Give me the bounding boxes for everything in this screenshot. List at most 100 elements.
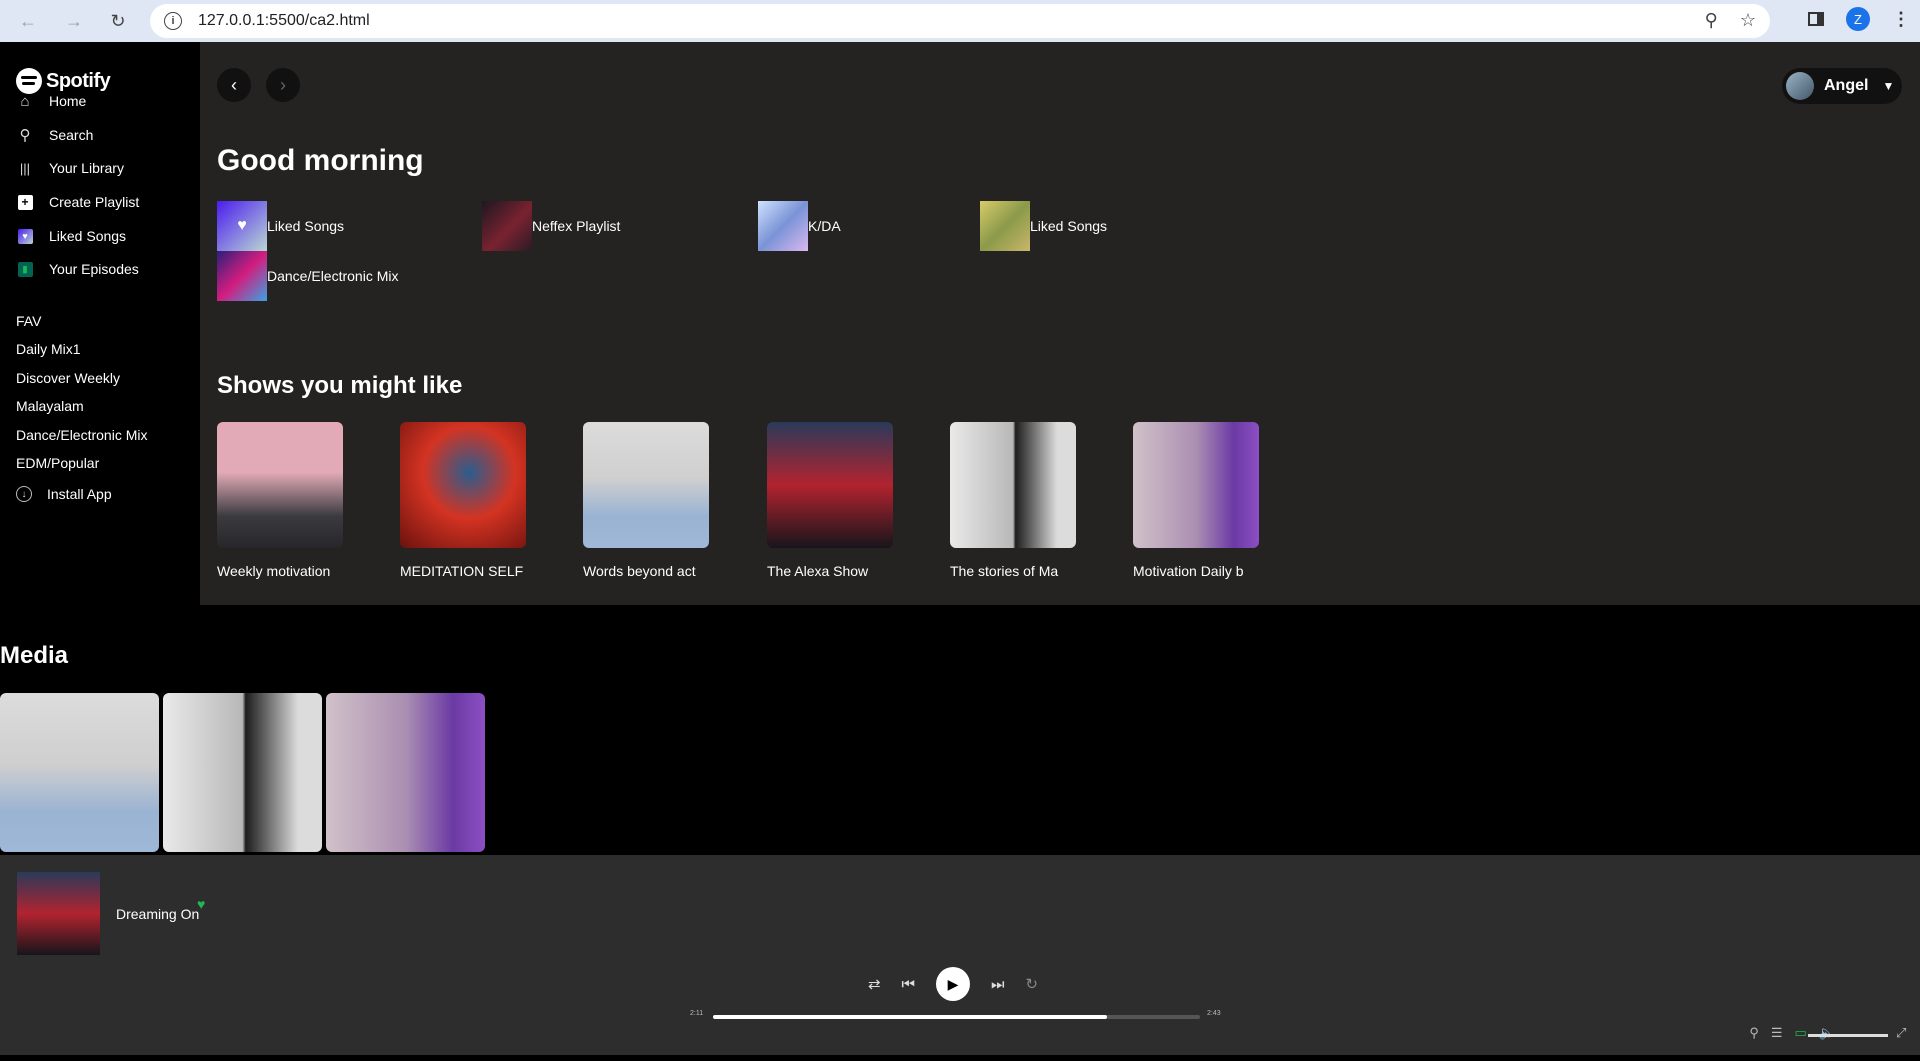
show-title: The stories of Ma [950,563,1059,579]
show-cover [1133,422,1259,548]
plus-icon: + [17,194,33,210]
browser-reload-icon[interactable]: ↻ [104,7,132,35]
playlist-cover [217,251,267,301]
show-title: Weekly motivation [217,563,331,579]
quick-pick-item[interactable]: Dance/Electronic Mix [217,251,399,301]
shuffle-icon[interactable]: ⇄ [868,975,881,993]
address-bar[interactable]: i 127.0.0.1:5500/ca2.html ⚲ ☆ [150,4,1770,38]
play-button[interactable]: ▶ [936,967,970,1001]
show-cover [583,422,709,548]
spotify-logo[interactable]: Spotify [16,68,111,94]
time-current: 2:11 [690,1010,704,1017]
quick-pick-label: K/DA [808,218,841,234]
volume-icon[interactable]: 🔈 [1819,1025,1835,1041]
media-image [163,693,322,852]
nav-forward-button[interactable]: › [266,68,300,102]
quick-pick-item[interactable]: K/DA [758,201,841,251]
show-card[interactable]: Words beyond act [583,422,709,579]
show-title: The Alexa Show [767,563,869,579]
quick-pick-label: Neffex Playlist [532,218,621,234]
playlist-cover [758,201,808,251]
show-cover [400,422,526,548]
heart-icon: ♥ [217,201,267,251]
browser-menu-icon[interactable]: ⋮ [1892,9,1910,30]
user-menu[interactable]: Angel ▼ [1782,68,1902,104]
playlist-item[interactable]: EDM/Popular [16,455,99,471]
browser-back-icon[interactable]: ← [14,7,42,35]
player-bar: Dreaming On ♥ ⇄ ⏮ ▶ ⏭ ↻ 2:11 2:43 ⚲ ☰ ▭ … [0,855,1920,1055]
side-panel-icon[interactable] [1808,12,1824,26]
now-playing-title: Dreaming On [116,906,200,922]
sidebar-item-label: Your Library [49,160,124,176]
bookmark-icon: ▮ [17,261,33,277]
user-name: Angel [1824,77,1869,94]
show-card[interactable]: MEDITATION SELF [400,422,526,579]
show-card[interactable]: The Alexa Show [767,422,893,579]
browser-forward-icon[interactable]: → [60,7,88,35]
play-icon: ▶ [947,975,959,992]
show-cover [767,422,893,548]
like-heart-icon[interactable]: ♥ [197,896,205,912]
quick-pick-label: Liked Songs [267,218,345,234]
playlist-item[interactable]: Malayalam [16,398,84,414]
quick-pick-item[interactable]: ♥ Liked Songs [217,201,344,251]
progress-fill [713,1015,1108,1019]
now-playing-cover [17,872,100,955]
media-section-title: Media [0,642,69,669]
playlist-item[interactable]: Daily Mix1 [16,341,81,357]
sidebar-item-library[interactable]: ||| Your Library [16,159,124,177]
chevron-left-icon: ‹ [231,74,237,95]
next-icon[interactable]: ⏭ [991,976,1005,993]
spotify-logo-icon [16,68,42,94]
time-total: 2:43 [1207,1010,1221,1017]
connect-device-icon[interactable]: ▭ [1795,1025,1807,1041]
quick-pick-label: Liked Songs [1030,218,1108,234]
sidebar-item-label: Liked Songs [49,228,127,244]
sidebar-item-create-playlist[interactable]: + Create Playlist [16,193,139,211]
sidebar-item-liked-songs[interactable]: ♥ Liked Songs [16,227,126,245]
greeting-title: Good morning [217,144,424,177]
url-text: 127.0.0.1:5500/ca2.html [198,12,370,29]
queue-icon[interactable]: ☰ [1771,1025,1783,1041]
avatar [1786,72,1814,100]
sidebar-item-your-episodes[interactable]: ▮ Your Episodes [16,260,139,278]
show-card[interactable]: The stories of Ma [950,422,1076,579]
sidebar-item-search[interactable]: ⚲ Search [16,126,94,144]
progress-bar[interactable] [713,1015,1200,1019]
sidebar-item-label: Search [49,127,94,143]
previous-icon[interactable]: ⏮ [902,976,916,993]
site-info-icon[interactable]: i [164,12,182,30]
show-title: Words beyond act [583,563,696,579]
media-image [326,693,485,852]
show-title: MEDITATION SELF [400,563,524,579]
show-card[interactable]: Motivation Daily b [1133,422,1259,579]
install-app-button[interactable]: ↓ Install App [16,486,112,502]
playlist-item[interactable]: FAV [16,313,41,329]
bookmark-star-icon[interactable]: ☆ [1740,10,1756,31]
sidebar-item-label: Create Playlist [49,194,140,210]
chevron-right-icon: › [280,74,286,95]
fullscreen-icon[interactable]: ⤢ [1896,1025,1906,1041]
nav-back-button[interactable]: ‹ [217,68,251,102]
main-content: ‹ › Angel ▼ Good morning ♥ Liked Songs N… [200,42,1920,605]
sidebar-item-home[interactable]: ⌂ Home [16,92,86,110]
volume-fill [1808,1034,1888,1037]
home-icon: ⌂ [20,92,30,110]
repeat-icon[interactable]: ↻ [1025,975,1038,993]
quick-pick-item[interactable]: Neffex Playlist [482,201,620,251]
search-icon: ⚲ [19,127,31,144]
bottom-strip [0,1055,1920,1061]
lyrics-icon[interactable]: ⚲ [1749,1025,1759,1041]
playlist-item[interactable]: Dance/Electronic Mix [16,427,148,443]
show-card[interactable]: Weekly motivation [217,422,343,579]
show-cover [950,422,1076,548]
heart-icon: ♥ [17,228,33,244]
shows-section-title: Shows you might like [217,372,463,399]
quick-pick-item[interactable]: Liked Songs [980,201,1107,251]
volume-slider[interactable] [1808,1034,1888,1037]
quick-pick-label: Dance/Electronic Mix [267,268,399,284]
zoom-icon[interactable]: ⚲ [1705,10,1718,31]
playlist-item[interactable]: Discover Weekly [16,370,120,386]
browser-profile-avatar[interactable]: Z [1846,7,1870,31]
show-title: Motivation Daily b [1133,563,1244,579]
